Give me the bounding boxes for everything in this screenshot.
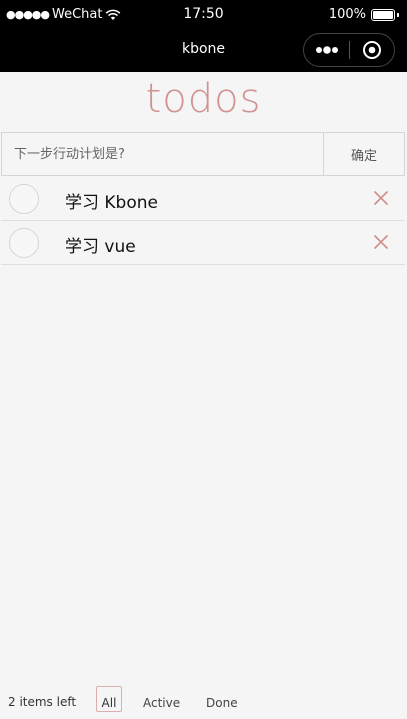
- filter-all[interactable]: All: [96, 686, 122, 712]
- footer: 2 items left All Active Done: [0, 686, 407, 712]
- menu-capsule: [303, 33, 395, 67]
- new-todo-input[interactable]: [2, 133, 323, 175]
- todo-item: 学习 Kbone: [1, 177, 405, 221]
- todo-item: 学习 vue: [1, 221, 405, 265]
- app-title: todos: [145, 76, 262, 122]
- filter-done[interactable]: Done: [206, 696, 238, 710]
- delete-icon[interactable]: [373, 234, 389, 250]
- todo-label: 学习 Kbone: [65, 193, 158, 213]
- todo-label: 学习 vue: [65, 237, 136, 257]
- close-miniprogram-button[interactable]: [350, 34, 394, 66]
- confirm-button[interactable]: 确定: [323, 133, 404, 175]
- more-menu-button[interactable]: [304, 34, 349, 66]
- todo-checkbox[interactable]: [9, 184, 39, 214]
- status-bar: ●●●●● WeChat 17:50 100%: [0, 0, 407, 30]
- status-right: 100%: [329, 7, 399, 22]
- battery-percentage: 100%: [328, 7, 366, 22]
- todo-list: 学习 Kbone 学习 vue: [1, 177, 405, 265]
- battery-icon: [371, 8, 399, 21]
- nav-bar: kbone: [0, 30, 407, 72]
- more-dots-icon: [315, 46, 338, 54]
- target-close-icon: [362, 41, 381, 59]
- items-left-count: 2 items left: [8, 695, 77, 709]
- delete-icon[interactable]: [373, 190, 389, 206]
- filter-active[interactable]: Active: [143, 696, 180, 710]
- new-todo-row: 确定: [1, 132, 405, 176]
- todo-checkbox[interactable]: [9, 228, 39, 258]
